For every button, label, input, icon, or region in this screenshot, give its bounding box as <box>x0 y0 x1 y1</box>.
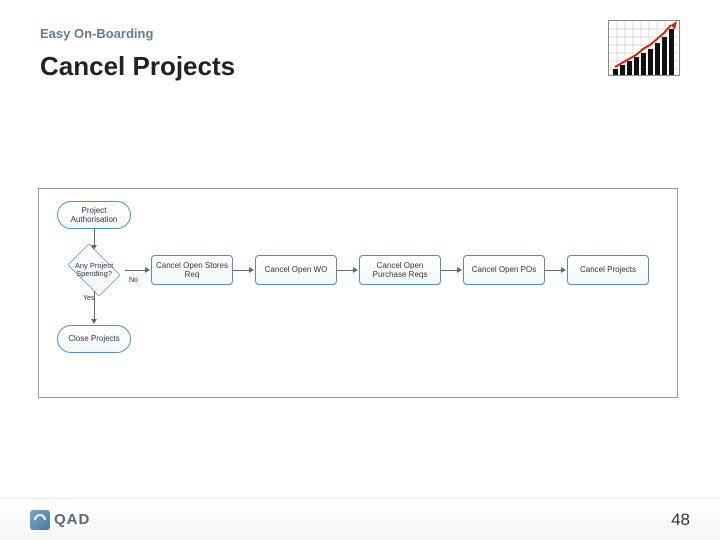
node-step-4-label: Cancel Projects <box>580 265 636 274</box>
node-start: Project Authorisation <box>57 201 131 229</box>
node-decision-label: Any Project Spending? <box>63 249 125 291</box>
page-title: Cancel Projects <box>40 51 680 82</box>
slide-footer: QAD 48 <box>0 498 720 540</box>
node-close: Close Projects <box>57 325 131 353</box>
arrow <box>94 291 95 321</box>
arrow-head <box>91 319 97 324</box>
arrow <box>125 270 147 271</box>
node-step-0-label: Cancel Open Stores Req <box>155 261 229 279</box>
decision-yes-label: Yes <box>83 295 94 302</box>
breadcrumb: Easy On-Boarding <box>40 26 680 41</box>
node-step-0: Cancel Open Stores Req <box>151 255 233 285</box>
brand-name: QAD <box>54 511 90 528</box>
arrow-head <box>353 267 358 273</box>
flowchart: Project Authorisation Any Project Spendi… <box>38 188 678 398</box>
node-step-4: Cancel Projects <box>567 255 649 285</box>
arrow-head <box>457 267 462 273</box>
node-decision: Any Project Spending? <box>63 249 125 291</box>
brand-logo-icon <box>30 510 50 530</box>
node-step-1-label: Cancel Open WO <box>265 265 328 274</box>
page-number: 48 <box>671 510 690 530</box>
node-step-1: Cancel Open WO <box>255 255 337 285</box>
decision-no-label: No <box>129 277 138 284</box>
node-step-2: Cancel Open Purchase Reqs <box>359 255 441 285</box>
arrow-head <box>561 267 566 273</box>
node-close-label: Close Projects <box>68 334 120 343</box>
arrow-head <box>249 267 254 273</box>
growth-chart-icon <box>608 20 680 76</box>
arrow-head <box>145 267 150 273</box>
brand-logo: QAD <box>30 510 90 530</box>
node-step-3-label: Cancel Open POs <box>472 265 536 274</box>
node-step-3: Cancel Open POs <box>463 255 545 285</box>
node-step-2-label: Cancel Open Purchase Reqs <box>363 261 437 279</box>
node-start-label: Project Authorisation <box>61 206 127 224</box>
